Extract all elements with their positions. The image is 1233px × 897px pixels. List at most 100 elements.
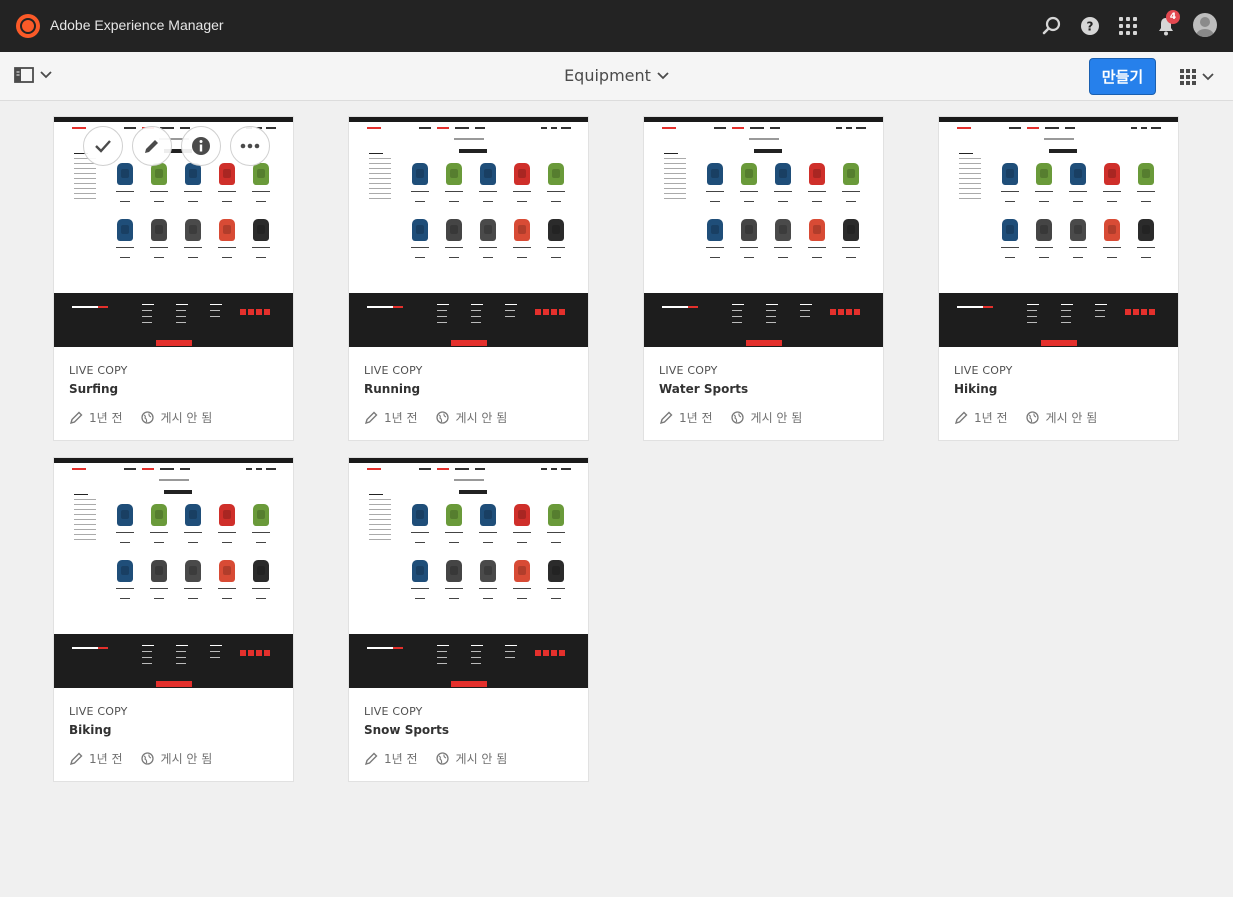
edit-pencil-icon <box>364 411 378 425</box>
publish-status: 게시 안 됨 <box>750 411 803 425</box>
product-thumb <box>775 219 791 241</box>
product-thumb <box>1138 163 1154 185</box>
product-thumb <box>1104 163 1120 185</box>
product-thumb <box>1138 219 1154 241</box>
card-title[interactable]: Biking <box>69 723 128 737</box>
edit-pencil-icon[interactable] <box>132 126 172 166</box>
product-thumb <box>1002 219 1018 241</box>
card-title[interactable]: Hiking <box>954 382 1013 396</box>
product-thumb <box>548 163 564 185</box>
modified-time: 1년 전 <box>384 752 418 766</box>
product-thumb <box>809 163 825 185</box>
help-icon[interactable]: ? <box>1078 14 1102 38</box>
solutions-grid-icon[interactable] <box>1116 14 1140 38</box>
product-thumb <box>1070 163 1086 185</box>
edit-pencil-icon <box>364 752 378 766</box>
page-thumbnail[interactable] <box>939 117 1178 347</box>
edit-pencil-icon <box>69 411 83 425</box>
product-thumb <box>1002 163 1018 185</box>
product-thumb <box>741 163 757 185</box>
product-thumb <box>480 219 496 241</box>
properties-info-icon[interactable] <box>181 126 221 166</box>
bell-icon[interactable]: 4 <box>1154 10 1180 38</box>
product-thumb <box>843 219 859 241</box>
globe-unpublished-icon <box>436 411 450 425</box>
page-thumbnail[interactable] <box>644 117 883 347</box>
product-thumb <box>412 163 428 185</box>
view-switcher[interactable] <box>1180 69 1214 85</box>
product-thumb <box>514 219 530 241</box>
app-name[interactable]: Adobe Experience Manager <box>50 17 224 33</box>
card-type-label: LIVE COPY <box>954 364 1013 377</box>
page-thumbnail[interactable] <box>54 458 293 688</box>
card-type-label: LIVE COPY <box>69 705 128 718</box>
product-thumb <box>117 504 133 526</box>
page-card[interactable]: LIVE COPY Snow Sports 1년 전 게시 안 됨 <box>348 457 589 782</box>
more-ellipsis-icon[interactable] <box>230 126 270 166</box>
edit-pencil-icon <box>659 411 673 425</box>
page-card[interactable]: LIVE COPY Running 1년 전 게시 안 됨 <box>348 116 589 441</box>
product-thumb <box>809 219 825 241</box>
modified-time: 1년 전 <box>384 411 418 425</box>
product-thumb <box>1036 219 1052 241</box>
card-type-label: LIVE COPY <box>364 705 423 718</box>
product-thumb <box>185 219 201 241</box>
card-title[interactable]: Surfing <box>69 382 128 396</box>
product-thumb <box>117 560 133 582</box>
page-thumbnail[interactable] <box>349 117 588 347</box>
product-thumb <box>1036 163 1052 185</box>
product-thumb <box>412 560 428 582</box>
product-thumb <box>480 560 496 582</box>
globe-unpublished-icon <box>141 752 155 766</box>
globe-unpublished-icon <box>436 752 450 766</box>
page-card[interactable]: LIVE COPY Biking 1년 전 게시 안 됨 <box>53 457 294 782</box>
product-thumb <box>185 560 201 582</box>
edit-pencil-icon <box>954 411 968 425</box>
product-thumb <box>548 504 564 526</box>
product-thumb <box>219 219 235 241</box>
product-thumb <box>480 163 496 185</box>
product-thumb <box>151 219 167 241</box>
page-title[interactable]: Equipment <box>564 66 651 85</box>
product-thumb <box>1104 219 1120 241</box>
card-title[interactable]: Water Sports <box>659 382 748 396</box>
page-card[interactable]: LIVE COPY Hiking 1년 전 게시 안 됨 <box>938 116 1179 441</box>
notification-badge: 4 <box>1166 10 1180 24</box>
select-check-icon[interactable] <box>83 126 123 166</box>
product-thumb <box>117 219 133 241</box>
product-thumb <box>480 504 496 526</box>
product-thumb <box>548 560 564 582</box>
page-card[interactable]: LIVE COPY Water Sports 1년 전 게시 안 됨 <box>643 116 884 441</box>
svg-text:?: ? <box>1087 20 1094 34</box>
adobe-logo-icon[interactable] <box>16 14 40 38</box>
publish-status: 게시 안 됨 <box>160 411 213 425</box>
product-thumb <box>185 504 201 526</box>
card-title[interactable]: Snow Sports <box>364 723 449 737</box>
card-title[interactable]: Running <box>364 382 423 396</box>
card-type-label: LIVE COPY <box>364 364 423 377</box>
user-avatar[interactable] <box>1193 13 1217 37</box>
globe-unpublished-icon <box>1026 411 1040 425</box>
card-quick-actions <box>54 118 293 178</box>
card-view-icon <box>1180 69 1196 85</box>
product-thumb <box>1070 219 1086 241</box>
title-chevron-down-icon[interactable] <box>657 71 669 80</box>
card-type-label: LIVE COPY <box>69 364 128 377</box>
product-thumb <box>775 163 791 185</box>
publish-status: 게시 안 됨 <box>160 752 213 766</box>
shell-header: Adobe Experience Manager ? 4 <box>0 0 1233 52</box>
page-thumbnail[interactable] <box>349 458 588 688</box>
product-thumb <box>843 163 859 185</box>
modified-time: 1년 전 <box>89 752 123 766</box>
card-type-label: LIVE COPY <box>659 364 718 377</box>
publish-status: 게시 안 됨 <box>1045 411 1098 425</box>
modified-time: 1년 전 <box>974 411 1008 425</box>
modified-time: 1년 전 <box>679 411 713 425</box>
product-thumb <box>741 219 757 241</box>
product-thumb <box>446 504 462 526</box>
product-thumb <box>514 560 530 582</box>
product-thumb <box>219 560 235 582</box>
create-button[interactable]: 만들기 <box>1089 58 1156 95</box>
search-icon[interactable] <box>1040 14 1064 38</box>
product-thumb <box>707 219 723 241</box>
